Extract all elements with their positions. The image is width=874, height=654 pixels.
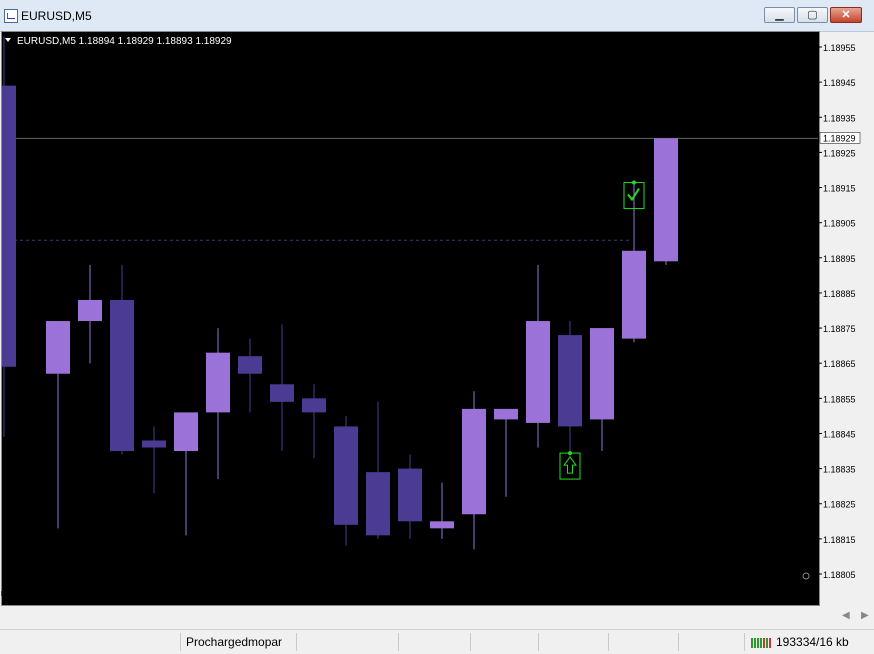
y-tick-label: 1.18865 [823, 359, 856, 369]
candle-body [110, 299, 134, 452]
candle-body [558, 335, 582, 427]
candle-body [270, 384, 294, 402]
traffic-counter: 193334/16 kb [776, 635, 849, 649]
candle-body [334, 426, 358, 525]
x-tick-label: 25 Nov 13:25 [130, 596, 184, 606]
y-tick-label: 1.18835 [823, 465, 856, 475]
candle-body [462, 408, 486, 515]
y-tick-label: 1.18945 [823, 78, 856, 88]
candle-body [366, 472, 390, 536]
y-tick-label: 1.18885 [823, 289, 856, 299]
expert-icon [802, 572, 810, 580]
x-tick-label: 25 Nov 14:05 [386, 596, 440, 606]
candle-body [142, 440, 166, 448]
x-tick-label: 25 Nov 13:55 [322, 596, 376, 606]
scroll-left-icon[interactable]: ◀ [842, 610, 850, 621]
candle-body [590, 328, 614, 420]
candle-body [174, 412, 198, 452]
x-tick-label: 25 Nov 13:15 [66, 596, 120, 606]
y-tick-label: 1.18925 [823, 148, 856, 158]
candle-body [526, 321, 550, 423]
candle-body [654, 138, 678, 262]
symbol-menu-icon [5, 38, 11, 42]
candle-body [398, 468, 422, 522]
candle-body [622, 250, 646, 339]
candle-body [430, 521, 454, 529]
candle-body [494, 408, 518, 420]
x-tick-label: 25 Nov 13:45 [258, 596, 312, 606]
candle-body [302, 398, 326, 413]
current-price-label: 1.18929 [823, 133, 856, 143]
x-tick-label: 25 Nov 2020 [2, 596, 53, 606]
candle-body [2, 85, 16, 367]
x-tick-label: 25 Nov 14:45 [642, 596, 696, 606]
candle-body [78, 299, 102, 322]
x-tick-label: 25 Nov 13:35 [194, 596, 248, 606]
scroll-right-icon[interactable]: ▶ [861, 610, 869, 621]
x-tick-label: 25 Nov 14:15 [450, 596, 504, 606]
y-tick-label: 1.18815 [823, 535, 856, 545]
y-tick-label: 1.18825 [823, 500, 856, 510]
signal-dot [632, 180, 636, 185]
y-tick-label: 1.18905 [823, 219, 856, 229]
candle-body [46, 321, 70, 374]
signal-dot [568, 451, 572, 456]
x-tick-label: 25 Nov 14:25 [514, 596, 568, 606]
horizontal-scrollbar[interactable]: ◀ ▶ [0, 607, 874, 629]
y-tick-label: 1.18915 [823, 184, 856, 194]
status-bar: Prochargedmopar 193334/16 kb [0, 629, 874, 654]
y-tick-label: 1.18955 [823, 43, 856, 53]
candle-body [206, 352, 230, 413]
candlestick-chart[interactable]: EURUSD,M5 1.18894 1.18929 1.18893 1.1892… [0, 0, 874, 607]
profile-name[interactable]: Prochargedmopar [186, 635, 282, 649]
y-tick-label: 1.18895 [823, 254, 856, 264]
connection-status-icon [751, 638, 771, 648]
x-tick-label: 25 Nov 14:35 [578, 596, 632, 606]
y-tick-label: 1.18875 [823, 324, 856, 334]
y-tick-label: 1.18845 [823, 429, 856, 439]
symbol-info-line: EURUSD,M5 1.18894 1.18929 1.18893 1.1892… [17, 36, 232, 47]
y-tick-label: 1.18855 [823, 394, 856, 404]
up-arrow-glyph [563, 456, 577, 474]
y-tick-label: 1.18935 [823, 113, 856, 123]
candle-body [238, 356, 262, 374]
y-tick-label: 1.18805 [823, 570, 856, 580]
